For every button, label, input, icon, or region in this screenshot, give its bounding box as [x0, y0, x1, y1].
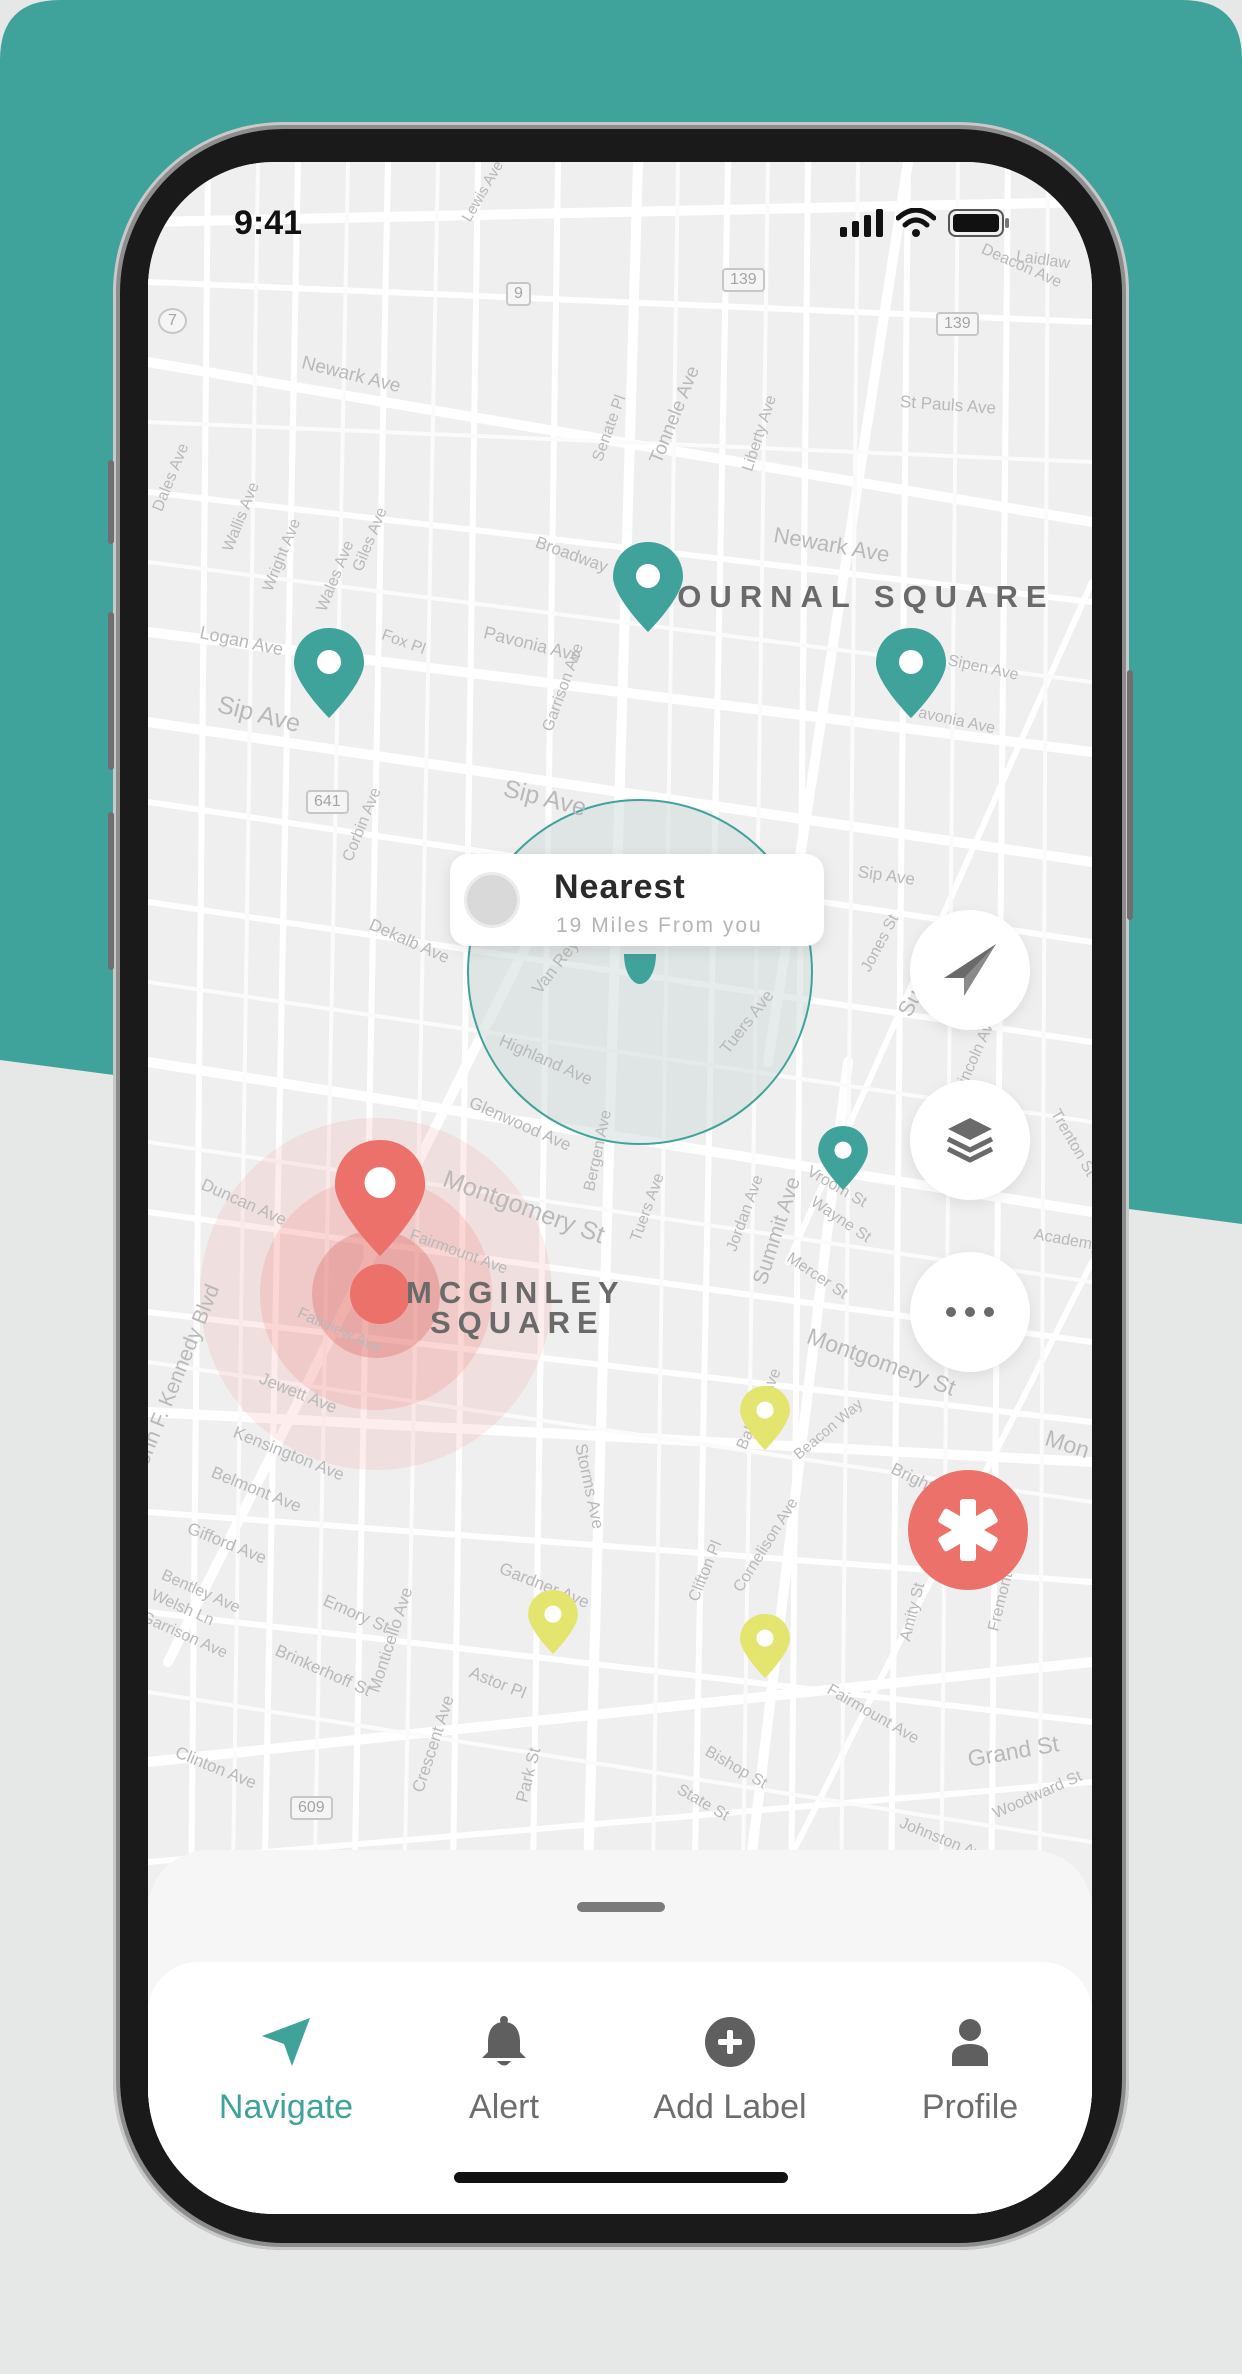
- highway-shield: 7: [158, 308, 187, 334]
- nearest-card[interactable]: Nearest 19 Miles From you: [450, 854, 824, 946]
- add-circle-icon: [705, 2017, 755, 2067]
- tab-navigate[interactable]: Navigate: [176, 2010, 396, 2127]
- power-button: [1127, 670, 1133, 920]
- bottom-sheet-handle[interactable]: [577, 1902, 665, 1912]
- location-pin-yellow[interactable]: [740, 1386, 790, 1450]
- area-label-mcginley-square-2: SQUARE: [430, 1305, 605, 1340]
- nearest-subtitle: 19 Miles From you: [556, 914, 763, 937]
- battery-icon: [948, 209, 1009, 237]
- more-options-button[interactable]: [910, 1252, 1030, 1372]
- phone-screen: 7 9 139 139 641 609 Newark Ave Tonnele A…: [148, 162, 1092, 2214]
- location-pin-teal[interactable]: [613, 542, 683, 632]
- emergency-button[interactable]: [908, 1470, 1028, 1590]
- nearest-title: Nearest: [554, 868, 686, 906]
- status-time: 9:41: [234, 204, 303, 242]
- highway-shield: 609: [290, 1796, 333, 1820]
- highway-shield: 139: [936, 312, 979, 336]
- user-location-dot: [350, 1264, 410, 1324]
- location-pin-teal-small[interactable]: [818, 1126, 868, 1190]
- bell-icon: [482, 2016, 526, 2066]
- volume-down-button: [108, 812, 114, 970]
- tab-profile[interactable]: Profile: [860, 2010, 1080, 2127]
- mute-switch: [108, 460, 114, 544]
- medical-asterisk-icon: [938, 1499, 998, 1561]
- navigate-arrow-icon: [262, 2018, 310, 2066]
- compass-button[interactable]: [910, 910, 1030, 1030]
- location-pin-yellow[interactable]: [740, 1614, 790, 1678]
- tab-label: Navigate: [218, 2088, 354, 2126]
- map-layers-button[interactable]: [910, 1080, 1030, 1200]
- tab-alert[interactable]: Alert: [394, 2010, 614, 2127]
- home-indicator[interactable]: [454, 2172, 788, 2183]
- location-pin-teal[interactable]: [876, 628, 946, 718]
- location-pin-yellow[interactable]: [528, 1590, 578, 1654]
- cellular-signal-icon: [840, 209, 883, 237]
- volume-up-button: [108, 612, 114, 770]
- tab-label: Profile: [921, 2088, 1019, 2126]
- nearest-avatar: [464, 872, 520, 928]
- tab-label: Add Label: [653, 2088, 807, 2126]
- compass-icon: [944, 944, 996, 996]
- layers-icon: [946, 1118, 994, 1163]
- area-label-journal-square: JOURNAL SQUARE: [652, 579, 1055, 614]
- person-icon: [952, 2019, 988, 2066]
- tab-label: Alert: [469, 2088, 539, 2126]
- wifi-icon: [896, 208, 936, 237]
- status-bar: 9:41: [148, 162, 1092, 292]
- location-pin-teal[interactable]: [294, 628, 364, 718]
- user-location-pin[interactable]: [334, 1140, 426, 1256]
- nearest-pin-teal[interactable]: [620, 950, 660, 990]
- tab-add-label[interactable]: Add Label: [620, 2010, 840, 2127]
- highway-shield: 641: [306, 790, 349, 814]
- more-dots-icon: [946, 1307, 994, 1317]
